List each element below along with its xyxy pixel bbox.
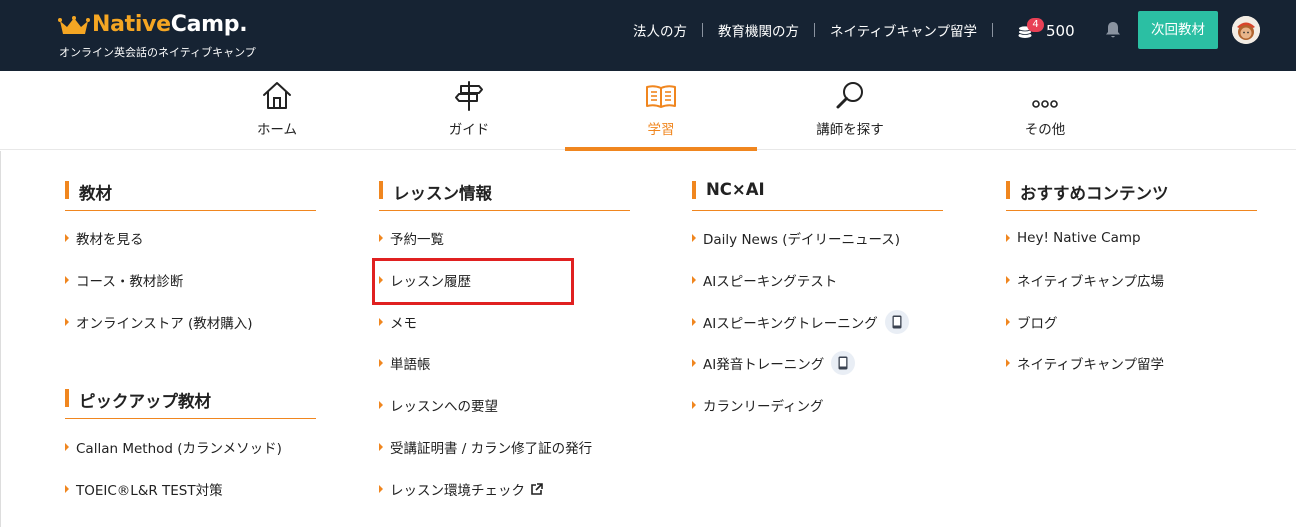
book-icon xyxy=(646,85,676,108)
menu-item-lesson-history[interactable]: レッスン履歴 xyxy=(379,269,471,291)
arrow-icon xyxy=(692,318,696,326)
corporate-link[interactable]: 法人の方 xyxy=(633,20,687,40)
menu-item-daily-news[interactable]: Daily News (デイリーニュース) xyxy=(692,227,900,249)
bell-icon[interactable] xyxy=(1103,20,1123,40)
nav-guide-label: ガイド xyxy=(448,122,490,138)
study-mega-menu: 教材 教材を見る コース・教材診断 オンラインストア (教材購入) ピックアップ… xyxy=(0,151,1296,527)
arrow-icon xyxy=(379,443,383,451)
logo-wordmark: NativeCamp. xyxy=(92,12,248,37)
header-links: 法人の方 教育機関の方 ネイティブキャンプ留学 xyxy=(633,20,1008,40)
avatar[interactable] xyxy=(1232,16,1260,44)
arrow-icon xyxy=(65,276,69,284)
section-title-recommended: おすすめコンテンツ xyxy=(1006,181,1257,211)
section-title-pickup: ピックアップ教材 xyxy=(65,389,316,419)
menu-item-vocabulary[interactable]: 単語帳 xyxy=(379,352,431,374)
menu-item-environment-check[interactable]: レッスン環境チェック xyxy=(379,478,543,500)
top-header: NativeCamp. オンライン英会話のネイティブキャンプ 法人の方 教育機関… xyxy=(0,0,1296,71)
menu-item-certificates[interactable]: 受講証明書 / カラン修了証の発行 xyxy=(379,436,592,458)
menu-item-online-store[interactable]: オンラインストア (教材購入) xyxy=(65,311,253,333)
menu-item-toeic[interactable]: TOEIC®L&R TEST対策 xyxy=(65,478,223,500)
menu-item-native-camp-plaza[interactable]: ネイティブキャンプ広場 xyxy=(1006,269,1164,291)
menu-item-lesson-requests[interactable]: レッスンへの要望 xyxy=(379,394,498,416)
logo[interactable]: NativeCamp. オンライン英会話のネイティブキャンプ xyxy=(58,12,288,61)
logo-tagline: オンライン英会話のネイティブキャンプ xyxy=(59,46,256,59)
nav-find-teacher[interactable]: 講師を探す xyxy=(790,71,910,150)
arrow-icon xyxy=(65,318,69,326)
nav-study[interactable]: 学習 xyxy=(565,71,757,151)
arrow-icon xyxy=(379,318,383,326)
arrow-icon xyxy=(1006,276,1010,284)
menu-item-course-diagnosis[interactable]: コース・教材診断 xyxy=(65,269,183,291)
arrow-icon xyxy=(379,234,383,242)
arrow-icon xyxy=(1006,318,1010,326)
menu-item-memo[interactable]: メモ xyxy=(379,311,417,333)
more-icon xyxy=(1032,100,1058,108)
external-link-icon xyxy=(531,482,543,495)
nav-guide[interactable]: ガイド xyxy=(421,71,517,150)
arrow-icon xyxy=(65,485,69,493)
avatar-image xyxy=(1232,16,1260,44)
divider xyxy=(992,23,994,37)
menu-item-hey-native-camp[interactable]: Hey! Native Camp xyxy=(1006,227,1141,249)
arrow-icon xyxy=(1006,234,1010,242)
coin-count: 500 xyxy=(1046,22,1075,40)
nav-more-label: その他 xyxy=(1024,122,1066,138)
study-abroad-link[interactable]: ネイティブキャンプ留学 xyxy=(830,20,977,40)
logo-camp: Camp. xyxy=(170,12,248,37)
education-link[interactable]: 教育機関の方 xyxy=(718,20,799,40)
divider xyxy=(814,23,815,37)
menu-item-ai-speaking-training[interactable]: AIスピーキングトレーニング xyxy=(692,310,909,334)
arrow-icon xyxy=(692,234,696,242)
nav-more[interactable]: その他 xyxy=(997,71,1093,150)
arrow-icon xyxy=(379,276,383,284)
crown-icon xyxy=(58,16,90,34)
section-title-lesson-info: レッスン情報 xyxy=(379,181,630,211)
smartphone-icon xyxy=(831,351,856,375)
home-icon xyxy=(263,82,291,109)
arrow-icon xyxy=(692,359,696,367)
section-title-materials: 教材 xyxy=(65,181,316,211)
arrow-icon xyxy=(379,401,383,409)
arrow-icon xyxy=(379,359,383,367)
smartphone-icon xyxy=(884,310,909,334)
next-material-button[interactable]: 次回教材 xyxy=(1138,11,1218,49)
arrow-icon xyxy=(65,234,69,242)
nav-find-teacher-label: 講師を探す xyxy=(816,122,884,138)
main-nav: ホーム ガイド 学習 講師を探す その他 xyxy=(0,71,1296,151)
menu-item-callan-method[interactable]: Callan Method (カランメソッド) xyxy=(65,436,282,458)
menu-item-reservations[interactable]: 予約一覧 xyxy=(379,227,444,249)
nav-home-label: ホーム xyxy=(256,122,298,138)
coin-counter[interactable]: 4 500 xyxy=(1015,17,1077,45)
arrow-icon xyxy=(65,443,69,451)
arrow-icon xyxy=(379,485,383,493)
divider xyxy=(702,23,703,37)
arrow-icon xyxy=(1006,359,1010,367)
arrow-icon xyxy=(692,276,696,284)
nav-home[interactable]: ホーム xyxy=(229,71,325,150)
menu-item-blog[interactable]: ブログ xyxy=(1006,311,1058,333)
signpost-icon xyxy=(455,81,483,111)
menu-item-view-materials[interactable]: 教材を見る xyxy=(65,227,144,249)
menu-item-callan-reading[interactable]: カランリーディング xyxy=(692,394,824,416)
logo-native: Native xyxy=(92,12,171,37)
menu-item-ai-speaking-test[interactable]: AIスピーキングテスト xyxy=(692,269,837,291)
section-title-nc-ai: NC×AI xyxy=(692,180,943,211)
menu-item-study-abroad[interactable]: ネイティブキャンプ留学 xyxy=(1006,352,1164,374)
search-icon xyxy=(836,82,863,109)
arrow-icon xyxy=(692,401,696,409)
menu-item-ai-pronunciation[interactable]: AI発音トレーニング xyxy=(692,351,856,375)
coin-badge: 4 xyxy=(1027,18,1044,32)
nav-study-label: 学習 xyxy=(647,122,675,138)
